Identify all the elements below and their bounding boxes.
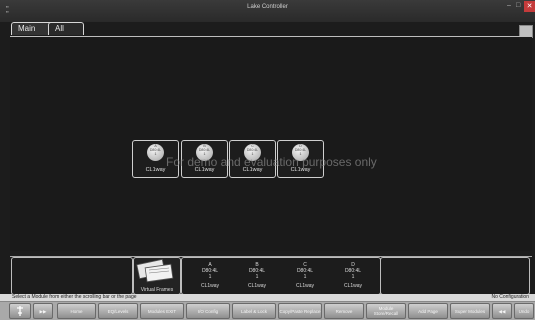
minimize-button[interactable]: – [507,2,511,9]
home-button[interactable]: Home [57,303,96,319]
eq-levels-button[interactable]: EQ/Levels [98,303,138,319]
virtual-frames-icon [136,258,174,283]
virtual-frames-label: Virtual Frames [140,287,174,293]
scroll-panel-right[interactable] [380,257,530,295]
status-bar: Select a Module from either the scrollin… [0,294,535,301]
label-lock-button[interactable]: Label & Lock [232,303,276,319]
strip-module-d[interactable]: D D80:4L 1 CL1way [333,262,373,289]
io-config-button[interactable]: I/O Config [186,303,230,319]
module-store-recall-button[interactable]: Module Store/Recall [366,303,406,319]
pin-button[interactable] [9,303,31,319]
add-page-button[interactable]: Add Page [408,303,448,319]
copy-paste-replace-button[interactable]: Copy/Paste Replace [278,303,322,319]
remove-button[interactable]: Remove [324,303,364,319]
tab-all[interactable]: All [48,22,84,35]
strip-module-b[interactable]: B D80:4L 1 CL1way [237,262,277,289]
rewind-button[interactable]: ◀◀ [492,303,512,319]
module-knob-icon: A D80:4L 1 [147,144,164,161]
strip-module-c[interactable]: C D80:4L 1 CL1way [285,262,325,289]
scroll-panel-left[interactable] [11,257,133,295]
super-modules-button[interactable]: Super Modules [450,303,490,319]
pin-icon [17,306,23,316]
tab-row: Main All [0,14,535,35]
module-strip[interactable]: A D80:4L 1 CL1way B D80:4L 1 CL1way C D8… [181,257,381,295]
window-title: Lake Controller [247,4,288,10]
strip-module-a[interactable]: A D80:4L 1 CL1way [190,262,230,289]
status-message: Select a Module from either the scrollin… [12,294,137,300]
fast-forward-button[interactable]: ▶▶ [33,303,53,319]
demo-watermark: For demo and evaluation purposes only [166,155,377,169]
undo-button[interactable]: Undo [514,303,534,319]
virtual-frames-button[interactable]: Virtual Frames [133,257,181,295]
modules-exit-button[interactable]: Modules EXIT [140,303,184,319]
configuration-status: No Configuration [491,294,529,300]
close-button[interactable]: ✕ [524,1,535,12]
maximize-button[interactable]: □ [516,2,520,9]
